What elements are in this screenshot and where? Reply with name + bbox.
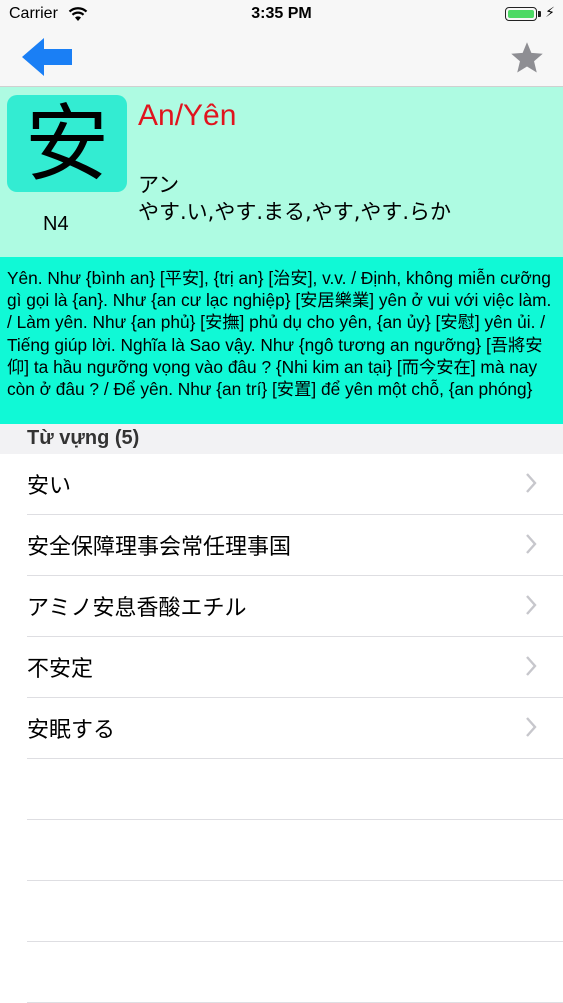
vocab-row[interactable]: 不安定 <box>27 637 563 698</box>
empty-row <box>27 881 563 942</box>
chevron-right-icon <box>526 656 537 676</box>
vocab-row[interactable]: 安い <box>27 454 563 515</box>
status-bar: Carrier 3:35 PM ⚡ <box>0 0 563 30</box>
vocab-section-header: Từ vựng (5) <box>0 424 563 454</box>
kanji-character: 安 <box>7 95 127 192</box>
chevron-right-icon <box>526 595 537 615</box>
navigation-bar <box>0 30 563 87</box>
vocab-row[interactable]: 安全保障理事会常任理事国 <box>27 515 563 576</box>
empty-row <box>27 759 563 820</box>
vocab-list: 安い 安全保障理事会常任理事国 アミノ安息香酸エチル 不安定 安眠する <box>0 454 563 1003</box>
hanviet-reading: An/Yên <box>138 99 237 132</box>
kunyomi-reading: やす.い,やす.まる,やす,やす.らか <box>138 200 452 224</box>
chevron-right-icon <box>526 717 537 737</box>
kanji-header: 安 N4 An/Yên アン やす.い,やす.まる,やす,やす.らか <box>0 87 563 257</box>
empty-row <box>27 942 563 1003</box>
vocab-row[interactable]: 安眠する <box>27 698 563 759</box>
vocab-section-title: Từ vựng (5) <box>27 427 140 449</box>
favorite-star-button[interactable] <box>509 40 545 76</box>
vocab-label: 安全保障理事会常任理事国 <box>27 535 292 560</box>
jlpt-level: N4 <box>43 213 69 235</box>
chevron-right-icon <box>526 473 537 493</box>
meaning-panel[interactable]: Yên. Như {bình an} [平安], {trị an} [治安], … <box>0 257 563 424</box>
battery-icon <box>505 7 537 21</box>
chevron-right-icon <box>526 534 537 554</box>
onyomi-reading: アン <box>138 173 180 197</box>
vocab-label: 安眠する <box>27 718 116 743</box>
vocab-label: 不安定 <box>27 657 94 682</box>
charging-icon: ⚡ <box>545 5 555 21</box>
vocab-row[interactable]: アミノ安息香酸エチル <box>27 576 563 637</box>
battery-tip <box>538 11 541 17</box>
vocab-label: 安い <box>27 474 72 499</box>
vocab-label: アミノ安息香酸エチル <box>27 596 247 621</box>
empty-row <box>27 820 563 881</box>
clock: 3:35 PM <box>251 5 312 22</box>
back-arrow-button[interactable] <box>20 36 76 78</box>
meaning-text: Yên. Như {bình an} [平安], {trị an} [治安], … <box>7 268 552 400</box>
